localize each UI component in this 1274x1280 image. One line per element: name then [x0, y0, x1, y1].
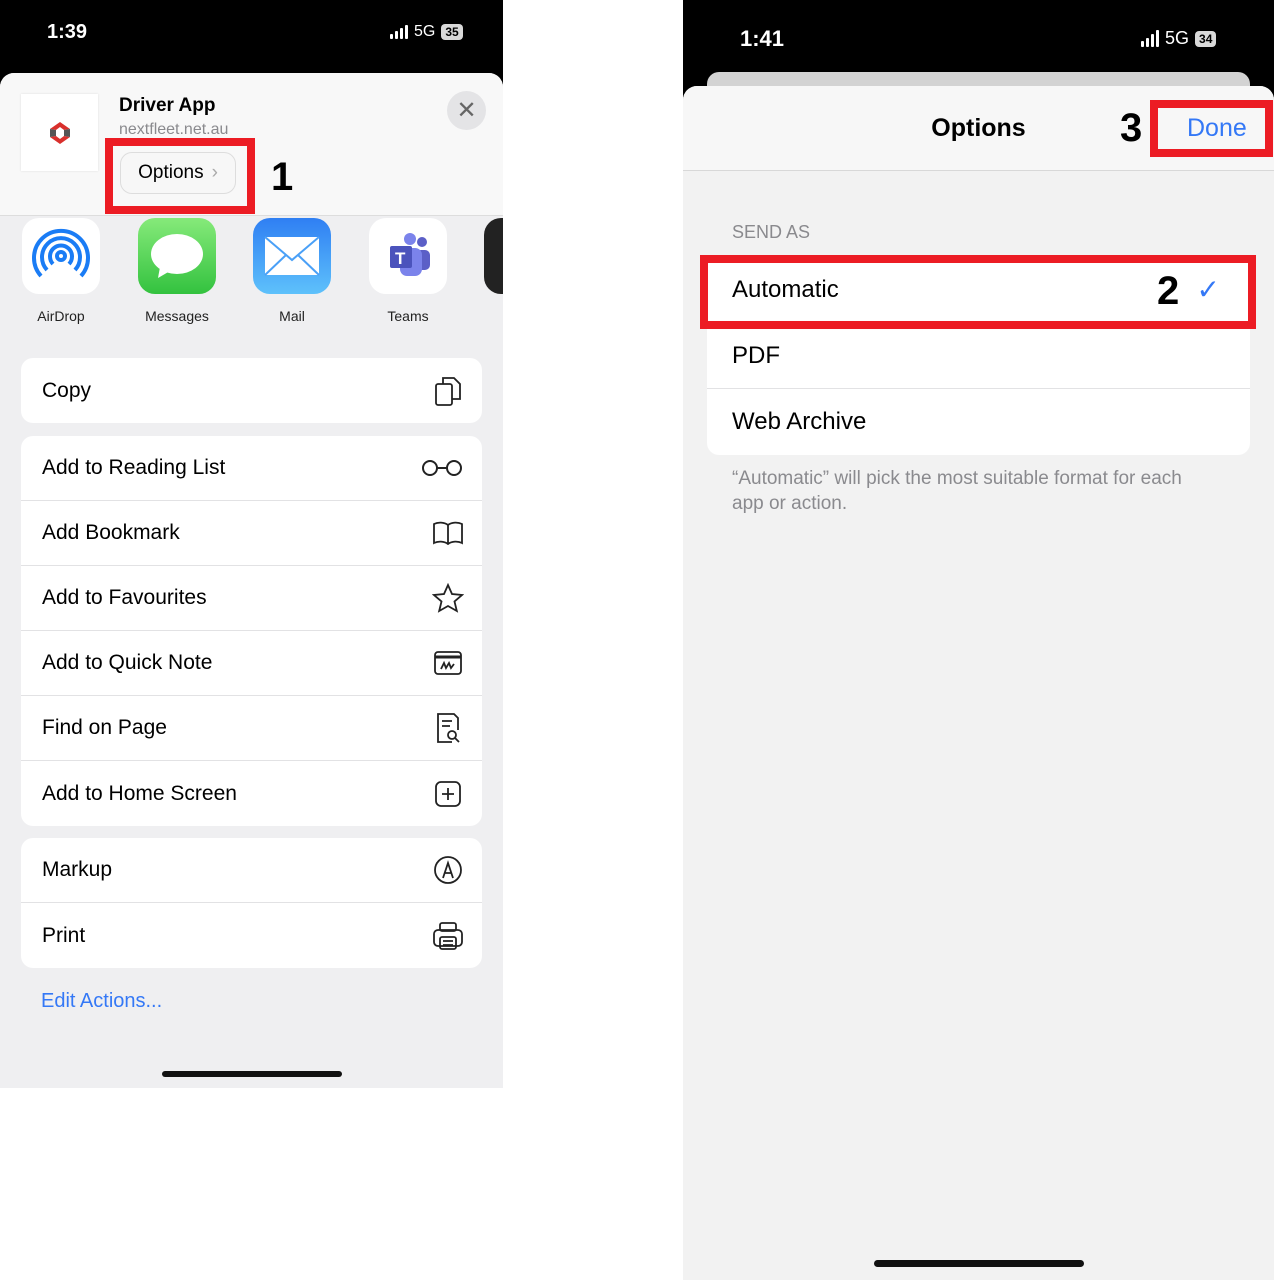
status-indicators: 5G 34: [1141, 28, 1217, 49]
action-label: Add Bookmark: [42, 521, 180, 544]
app-label: Mail: [279, 308, 305, 324]
signal-icon: [1141, 30, 1159, 47]
network-type: 5G: [1165, 28, 1190, 48]
action-add-to-favourites[interactable]: Add to Favourites: [21, 566, 482, 631]
signal-icon: [390, 25, 408, 39]
share-app-more[interactable]: W: [484, 218, 503, 324]
action-copy[interactable]: Copy: [21, 358, 482, 423]
edit-actions-link[interactable]: Edit Actions...: [41, 990, 162, 1013]
action-group-tools: Markup Print: [21, 838, 482, 968]
quick-note-icon: [432, 647, 464, 679]
copy-icon: [432, 375, 464, 407]
action-add-bookmark[interactable]: Add Bookmark: [21, 501, 482, 566]
action-label: Add to Home Screen: [42, 781, 237, 805]
option-web-archive[interactable]: Web Archive: [707, 389, 1250, 455]
page-url: nextfleet.net.au: [119, 121, 229, 138]
share-app-mail[interactable]: Mail: [253, 218, 331, 324]
mail-icon: [253, 218, 331, 294]
app-label: AirDrop: [37, 308, 85, 324]
annotation-step-2: 2: [1157, 269, 1180, 313]
action-print[interactable]: Print: [21, 903, 482, 968]
page-title: Driver App: [119, 95, 216, 116]
messages-icon: [138, 218, 216, 294]
action-add-to-home-screen[interactable]: Add to Home Screen: [21, 761, 482, 826]
app-label: Messages: [145, 308, 209, 324]
option-label: PDF: [732, 341, 780, 369]
home-indicator: [874, 1260, 1084, 1267]
footer-note: “Automatic” will pick the most suitable …: [732, 468, 1182, 514]
action-label: Add to Favourites: [42, 586, 207, 609]
book-icon: [432, 517, 464, 549]
section-label: SEND AS: [732, 222, 811, 242]
app-icon: [484, 218, 503, 294]
annotation-box-done: [1150, 100, 1273, 157]
action-add-to-reading-list[interactable]: Add to Reading List: [21, 436, 482, 501]
airdrop-icon: [22, 218, 100, 294]
action-group-main: Add to Reading List Add Bookmark Add to …: [21, 436, 482, 826]
options-screen: 1:41 5G 34 Options Done SEND AS Automati…: [683, 0, 1274, 1280]
action-label: Copy: [42, 378, 92, 402]
close-icon: ✕: [456, 97, 477, 124]
annotation-step-3: 3: [1120, 106, 1143, 150]
status-indicators: 5G 35: [390, 23, 463, 41]
app-logo: [21, 94, 98, 171]
action-markup[interactable]: Markup: [21, 838, 482, 903]
action-label: Find on Page: [42, 716, 167, 739]
annotation-box-options: [105, 138, 255, 214]
glasses-icon: [420, 452, 464, 484]
app-label: W: [484, 308, 503, 324]
share-app-teams[interactable]: T Teams: [369, 218, 447, 324]
action-label: Print: [42, 923, 86, 947]
share-app-messages[interactable]: Messages: [138, 218, 216, 324]
star-icon: [432, 582, 464, 614]
action-label: Add to Quick Note: [42, 651, 213, 674]
find-icon: [432, 712, 464, 744]
close-button[interactable]: ✕: [447, 91, 486, 130]
status-time: 1:41: [740, 26, 785, 51]
option-label: Web Archive: [732, 408, 867, 435]
printer-icon: [432, 920, 464, 952]
network-type: 5G: [414, 23, 436, 40]
markup-icon: [432, 854, 464, 886]
action-label: Markup: [42, 858, 113, 881]
home-indicator: [162, 1071, 342, 1077]
svg-text:T: T: [395, 249, 406, 268]
teams-icon: T: [369, 218, 447, 294]
action-find-on-page[interactable]: Find on Page: [21, 696, 482, 761]
app-label: Teams: [387, 308, 429, 324]
battery-icon: 35: [441, 24, 463, 40]
annotation-step-1: 1: [271, 155, 294, 199]
action-add-to-quick-note[interactable]: Add to Quick Note: [21, 631, 482, 696]
option-pdf[interactable]: PDF: [707, 323, 1250, 389]
action-label: Add to Reading List: [42, 456, 226, 479]
plus-square-icon: [432, 778, 464, 810]
action-group-copy: Copy: [21, 358, 482, 423]
share-app-airdrop[interactable]: AirDrop: [22, 218, 100, 324]
battery-icon: 34: [1195, 30, 1217, 47]
status-time: 1:39: [47, 21, 88, 43]
